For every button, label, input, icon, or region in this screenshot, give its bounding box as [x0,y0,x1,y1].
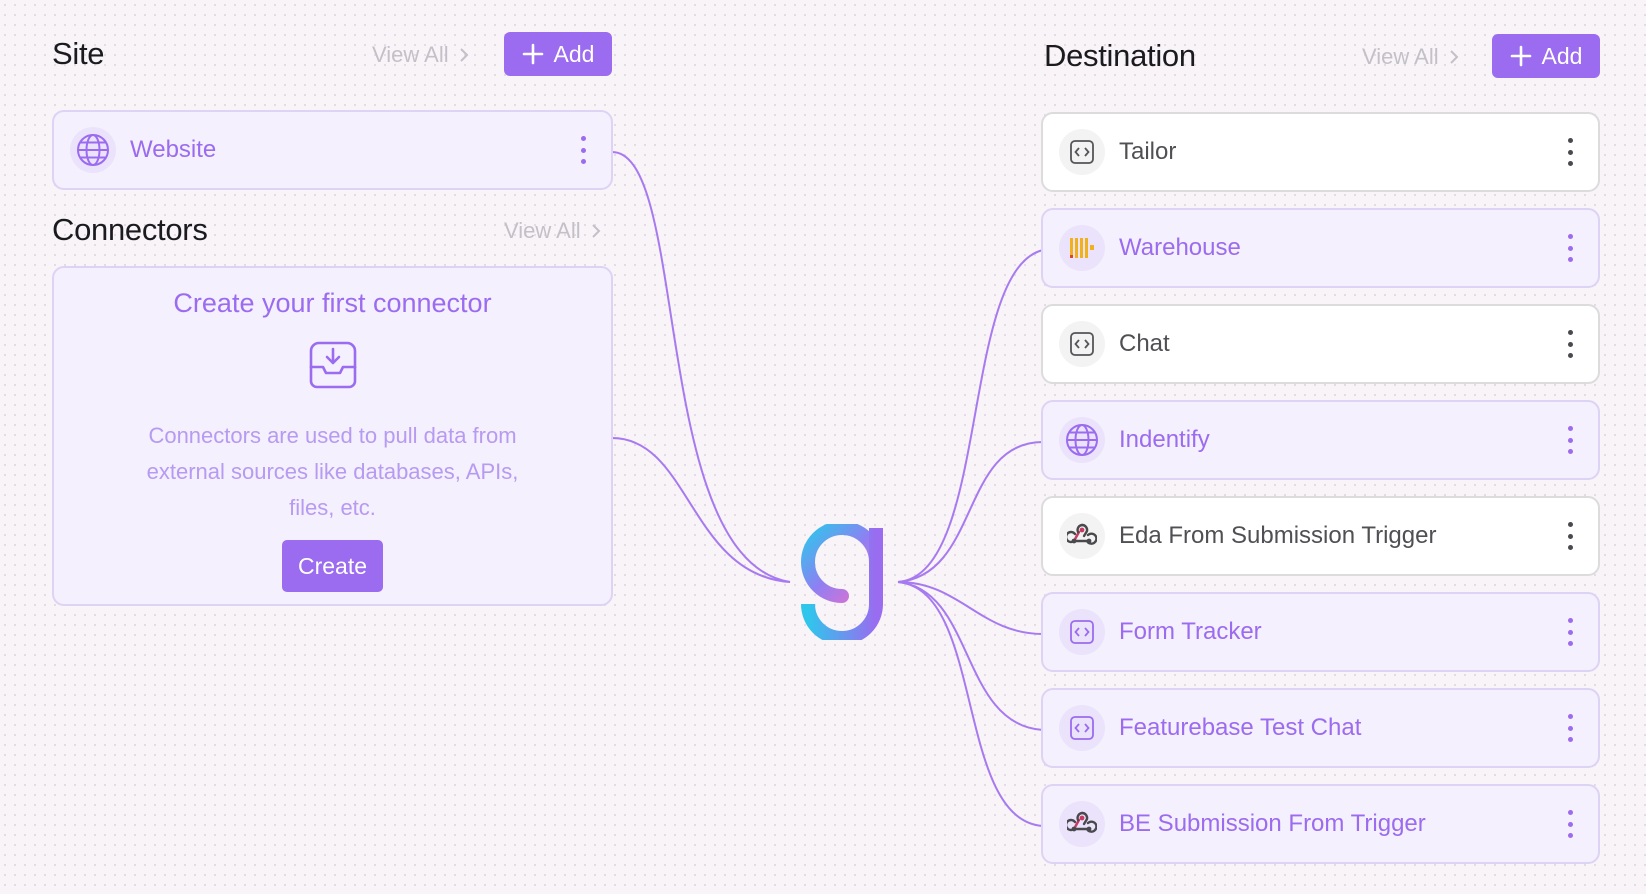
line-connectors [611,437,791,583]
chevron-right-icon [459,48,469,62]
connectors-empty-state: Create your first connector Connectors a… [52,266,613,606]
globe-icon [1059,417,1105,463]
destination-card-label: BE Submission From Trigger [1119,810,1426,837]
more-options-icon[interactable] [1560,522,1580,550]
add-label: Add [1541,42,1583,69]
destination-card-label: Warehouse [1119,234,1241,261]
empty-state-description: Connectors are used to pull data from ex… [146,423,519,520]
destination-card-indentify[interactable]: Indentify [1041,400,1600,480]
more-options-icon[interactable] [1560,138,1580,166]
code-icon [1059,129,1105,175]
inbox-download-icon [54,337,611,396]
destination-card-tailor[interactable]: Tailor [1041,112,1600,192]
code-icon [1059,609,1105,655]
destination-add-button[interactable]: Add [1492,34,1600,78]
empty-state-title: Create your first connector [173,288,492,318]
destination-view-all-link[interactable]: View All [1362,44,1459,70]
line-warehouse [897,249,1044,583]
warehouse-icon [1059,225,1105,271]
more-options-icon[interactable] [1560,426,1580,454]
destination-card-warehouse[interactable]: Warehouse [1041,208,1600,288]
site-card-website[interactable]: Website [52,110,613,190]
line-website [611,151,791,583]
create-connector-button[interactable]: Create [281,540,384,592]
view-all-label: View All [504,218,581,243]
add-label: Add [553,40,595,67]
destination-card-form-tracker[interactable]: Form Tracker [1041,592,1600,672]
connectors-view-all-link[interactable]: View All [504,218,601,244]
site-card-label: Website [130,136,217,163]
destination-card-label: Chat [1119,330,1170,357]
more-options-icon[interactable] [1560,810,1580,838]
more-options-icon[interactable] [1560,618,1580,646]
destination-card-chat[interactable]: Chat [1041,304,1600,384]
chevron-right-icon [591,224,601,238]
view-all-label: View All [372,42,449,67]
view-all-label: View All [1362,44,1439,69]
site-add-button[interactable]: Add [504,32,612,76]
line-indentify [897,441,1044,583]
more-options-icon[interactable] [573,136,593,164]
site-title: Site [52,36,105,71]
destination-card-eda-from-submission-trigger[interactable]: Eda From Submission Trigger [1041,496,1600,576]
more-options-icon[interactable] [1560,330,1580,358]
more-options-icon[interactable] [1560,234,1580,262]
destination-card-label: Tailor [1119,138,1177,165]
code-icon [1059,705,1105,751]
destination-card-label: Form Tracker [1119,618,1262,645]
chevron-right-icon [1449,50,1459,64]
destination-card-label: Featurebase Test Chat [1119,714,1362,741]
destination-card-featurebase-test-chat[interactable]: Featurebase Test Chat [1041,688,1600,768]
globe-icon [70,127,116,173]
plus-icon [1510,45,1531,67]
more-options-icon[interactable] [1560,714,1580,742]
brand-logo-icon [800,521,884,645]
destination-title: Destination [1044,38,1196,73]
line-be-submission [897,581,1044,827]
connectors-title: Connectors [52,212,208,247]
destination-card-label: Eda From Submission Trigger [1119,522,1437,549]
destination-card-label: Indentify [1119,426,1210,453]
plus-icon [522,43,543,65]
destination-card-be-submission-from-trigger[interactable]: BE Submission From Trigger [1041,784,1600,864]
webhook-icon [1059,801,1105,847]
code-icon [1059,321,1105,367]
webhook-icon [1059,513,1105,559]
site-view-all-link[interactable]: View All [372,42,469,68]
